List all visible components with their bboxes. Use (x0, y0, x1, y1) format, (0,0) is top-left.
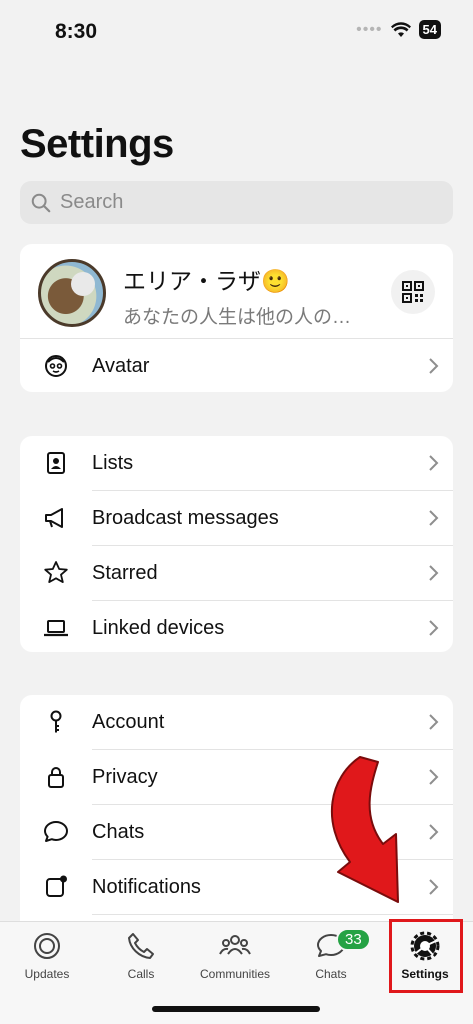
search-icon (31, 193, 51, 212)
wifi-icon (390, 21, 411, 37)
row-broadcast[interactable]: Broadcast messages (20, 491, 453, 545)
tab-calls[interactable]: Calls (94, 930, 188, 981)
row-starred[interactable]: Starred (20, 546, 453, 600)
row-label: Avatar (92, 354, 150, 377)
settings-group-1: Lists Broadcast messages Starred Linked … (20, 436, 453, 652)
qr-code-icon (402, 281, 424, 303)
lists-icon (20, 450, 92, 476)
row-linked-devices[interactable]: Linked devices (20, 601, 453, 652)
row-label: Broadcast messages (92, 506, 279, 529)
row-avatar[interactable]: Avatar (20, 339, 453, 392)
tab-label: Chats (315, 967, 347, 981)
row-account[interactable]: Account (20, 695, 453, 749)
notification-icon (20, 874, 92, 900)
chevron-right-icon (413, 454, 453, 472)
tab-label: Communities (199, 967, 271, 981)
avatar-face-icon (20, 353, 92, 379)
search-placeholder: Search (60, 191, 124, 213)
battery-indicator: 54 (418, 20, 441, 39)
megaphone-icon (20, 505, 92, 531)
laptop-icon (20, 615, 92, 641)
status-icons: •••• 54 (356, 20, 441, 39)
tab-label: Updates (24, 967, 70, 981)
row-label: Account (92, 710, 165, 733)
cellular-signal-icon: •••• (356, 20, 383, 38)
chevron-right-icon (413, 509, 453, 527)
row-label: Linked devices (92, 616, 225, 639)
tab-communities[interactable]: Communities (188, 930, 282, 981)
tab-chats[interactable]: 33 Chats (284, 928, 378, 981)
tab-label: Calls (127, 967, 155, 981)
chevron-right-icon (413, 713, 453, 731)
profile-name: エリア・ラザ🙂 (123, 268, 290, 294)
chevron-right-icon (413, 619, 453, 637)
key-icon (20, 709, 92, 735)
communities-icon (219, 935, 251, 955)
lock-icon (20, 764, 92, 790)
qr-code-button[interactable] (391, 270, 435, 314)
chevron-right-icon (413, 564, 453, 582)
status-bar: 8:30 •••• 54 (0, 0, 473, 60)
star-icon (20, 560, 92, 586)
profile-card: エリア・ラザ🙂 あなたの人生は他の人の… Avatar (20, 244, 453, 392)
row-lists[interactable]: Lists (20, 436, 453, 490)
row-label: Starred (92, 561, 158, 584)
status-time: 8:30 (55, 20, 98, 43)
row-label: Lists (92, 451, 134, 474)
profile-status: あなたの人生は他の人の… (123, 307, 352, 328)
page-title: Settings (20, 122, 174, 166)
chevron-right-icon (413, 357, 453, 375)
chat-bubble-icon (20, 819, 92, 845)
search-input[interactable]: Search (20, 181, 453, 224)
profile-avatar[interactable] (38, 259, 106, 327)
settings-highlight-box (389, 919, 463, 993)
profile-row[interactable]: エリア・ラザ🙂 あなたの人生は他の人の… (20, 244, 453, 338)
home-indicator (152, 1006, 320, 1012)
tab-updates[interactable]: Updates (0, 930, 94, 981)
phone-icon (128, 933, 154, 959)
unread-badge: 33 (336, 928, 371, 951)
updates-icon (34, 933, 60, 959)
red-arrow-annotation (330, 756, 399, 903)
divider (92, 914, 453, 915)
